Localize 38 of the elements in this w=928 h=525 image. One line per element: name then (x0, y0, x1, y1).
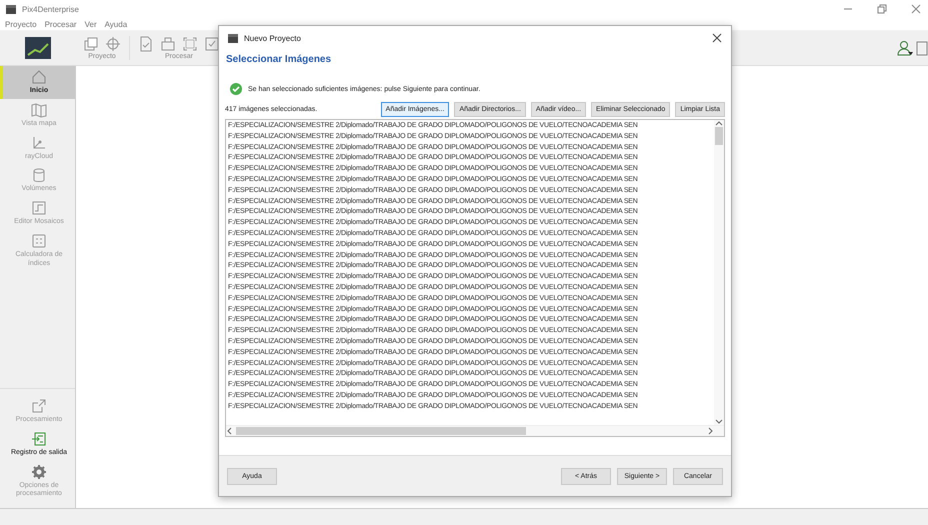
dialog-heading: Seleccionar Imágenes (226, 54, 332, 65)
dialog-title: Nuevo Proyecto (244, 34, 301, 42)
logo-mark-icon (24, 37, 50, 59)
menu-item[interactable]: Ver (84, 20, 97, 28)
log-icon (31, 430, 47, 447)
box-icon[interactable] (160, 36, 176, 52)
axes-icon (31, 134, 47, 150)
scroll-left-icon[interactable] (226, 426, 234, 436)
scroll-up-icon[interactable] (714, 120, 724, 127)
menu-item[interactable]: Procesar (44, 20, 77, 28)
scroll-down-icon[interactable] (714, 418, 724, 425)
vertical-scrollbar[interactable] (714, 120, 724, 425)
success-icon (230, 83, 242, 95)
restore-icon[interactable] (876, 3, 888, 15)
document-icon[interactable] (138, 36, 154, 52)
scroll-thumb[interactable] (715, 127, 723, 145)
window-title: Pix4Denterprise (22, 4, 79, 14)
export-icon (31, 398, 47, 414)
copy-icon[interactable] (83, 36, 99, 52)
scroll-thumb[interactable] (236, 427, 526, 435)
map-icon (31, 102, 47, 118)
user-icon[interactable] (897, 40, 913, 56)
gear-icon (31, 464, 47, 480)
crosshair-icon[interactable] (105, 36, 121, 52)
horizontal-scrollbar[interactable] (226, 425, 724, 436)
app-icon (227, 32, 239, 44)
app-icon (5, 4, 17, 14)
checklist-icon[interactable] (204, 36, 220, 52)
menu-item[interactable]: Ayuda (104, 20, 128, 28)
scroll-right-icon[interactable] (706, 426, 714, 436)
calculator-icon (31, 232, 47, 249)
file-list[interactable] (225, 119, 725, 437)
close-icon[interactable] (711, 32, 723, 44)
frame-icon[interactable] (182, 36, 198, 52)
menu-item[interactable]: Proyecto (5, 20, 37, 28)
cylinder-icon (31, 167, 47, 184)
mosaic-icon (31, 200, 47, 216)
home-icon (31, 69, 47, 85)
